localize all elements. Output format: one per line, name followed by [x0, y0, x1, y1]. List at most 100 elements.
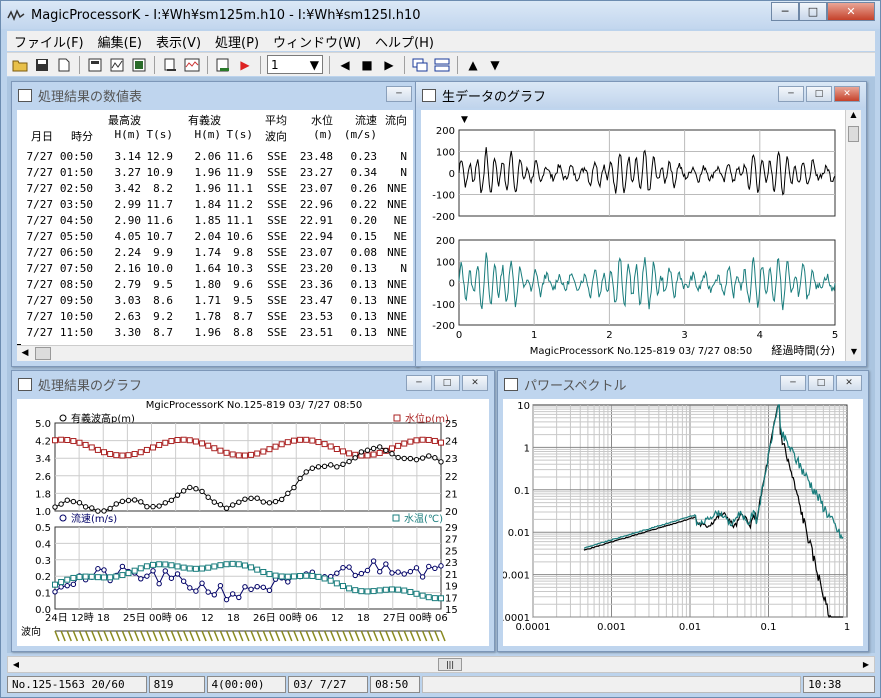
table-row-cell: 9.9: [153, 246, 173, 259]
save-icon[interactable]: [33, 56, 51, 74]
table-row-cell: 7/27: [26, 278, 54, 291]
result-x-tick: 18: [227, 613, 240, 624]
menu-window[interactable]: ウィンドウ(W): [266, 32, 368, 51]
main-scroll-left-icon[interactable]: ◀: [8, 657, 24, 672]
maximize-button[interactable]: □: [799, 2, 827, 21]
spectrum-minimize-button[interactable]: ─: [780, 375, 806, 391]
menu-help[interactable]: ヘルプ(H): [368, 32, 441, 51]
raw-y-tick: 0: [449, 279, 455, 290]
raw-close-button[interactable]: ✕: [834, 86, 860, 102]
table-row-cell: 22.4: [407, 246, 413, 262]
spectrum-body: 1010.10.010.0010.00010.00010.0010.010.11: [503, 399, 863, 646]
temp-series-point: [438, 595, 444, 602]
dir-arrow: [403, 630, 409, 642]
close-button[interactable]: ✕: [827, 2, 875, 21]
table-row-cell: 22.96: [299, 198, 333, 211]
table-row-cell: 09:50: [59, 294, 93, 307]
level-series-point: [364, 452, 371, 459]
graph-icon[interactable]: [108, 56, 126, 74]
menu-process[interactable]: 処理(P): [208, 32, 266, 51]
spectrum-titlebar[interactable]: パワースペクトル ─ □ ✕: [498, 371, 868, 397]
raw-data-window-icon: [422, 88, 436, 102]
table-row-cell: NNE: [387, 294, 407, 307]
temp-series-point: [248, 564, 255, 571]
level-series-point: [113, 452, 120, 459]
table-icon[interactable]: [130, 56, 148, 74]
main-hscrollbar[interactable]: ◀ ||| ▶: [7, 656, 875, 673]
wave-series-point: [303, 469, 309, 475]
table-window-titlebar[interactable]: 処理結果の数値表 ─: [12, 82, 418, 108]
dir-label: 波向: [21, 625, 41, 638]
chart-icon[interactable]: [183, 56, 201, 74]
next-icon[interactable]: ▶: [380, 56, 398, 74]
raw-data-window: 生データのグラフ ─ □ ✕ ▼ 200 100 0 -100 -200 200 100 0 -1…: [415, 81, 867, 367]
table-row-cell: 10.7: [146, 230, 174, 243]
level-series-point: [101, 449, 108, 456]
temp-y-tick: 29: [445, 523, 458, 534]
menu-edit[interactable]: 編集(E): [91, 32, 149, 51]
level-series-point: [260, 448, 267, 455]
table-row-cell: 0.13: [350, 294, 378, 307]
scroll-left-icon[interactable]: ◀: [17, 346, 33, 361]
print-icon[interactable]: [161, 56, 179, 74]
toolbar-separator: [457, 55, 458, 74]
raw-x-tick: 4: [757, 330, 763, 341]
raw-minimize-button[interactable]: ─: [778, 86, 804, 102]
scroll-up-icon[interactable]: ▲: [846, 110, 861, 124]
spectrum-maximize-button[interactable]: □: [808, 375, 834, 391]
spectrum-x-tick: 0.1: [761, 622, 777, 633]
dir-arrow: [317, 630, 324, 642]
level-series-point: [223, 449, 230, 456]
result-graph-titlebar[interactable]: 処理結果のグラフ ─ □ ✕: [12, 371, 494, 397]
table-row-cell: 1.84: [194, 198, 222, 211]
calculator-icon[interactable]: [86, 56, 104, 74]
open-folder-icon[interactable]: [11, 56, 29, 74]
table-hscroll-thumb[interactable]: [35, 347, 51, 360]
temp-y-tick: 23: [445, 558, 458, 569]
main-scroll-right-icon[interactable]: ▶: [858, 657, 874, 672]
raw-vscrollbar[interactable]: ▲ ▼: [845, 110, 861, 361]
result-chart: MgicProcessorK No.125-819 03/ 7/27 08:50…: [21, 400, 458, 642]
result-x-tick: 00時: [279, 612, 302, 624]
menu-file[interactable]: ファイル(F): [7, 32, 91, 51]
menu-view[interactable]: 表示(V): [149, 32, 208, 51]
run-cursor-icon[interactable]: ▶: [236, 56, 254, 74]
speed-series-point: [150, 568, 156, 574]
level-y-tick: 20: [445, 507, 458, 518]
result-maximize-button[interactable]: □: [434, 375, 460, 391]
temp-series-point: [107, 574, 114, 581]
result-close-button[interactable]: ✕: [462, 375, 488, 391]
table-hscrollbar[interactable]: ◀: [17, 345, 413, 361]
export-icon[interactable]: [214, 56, 232, 74]
speed-series-point: [334, 570, 340, 576]
scroll-down-icon[interactable]: ▼: [846, 347, 861, 361]
table-row-cell: 2.16: [114, 262, 142, 275]
dir-arrow: [397, 630, 403, 642]
dir-arrow: [201, 630, 207, 642]
tile-windows-icon[interactable]: [433, 56, 451, 74]
raw-maximize-button[interactable]: □: [806, 86, 832, 102]
dir-arrow: [121, 630, 128, 642]
table-window-minimize-button[interactable]: ─: [386, 86, 412, 102]
raw-data-window-titlebar[interactable]: 生データのグラフ ─ □ ✕: [416, 82, 866, 108]
table-row-cell: 21.4: [407, 262, 413, 278]
table-header-row-cell: (m): [313, 128, 333, 141]
raw-vscroll-thumb[interactable]: [848, 126, 859, 142]
triangle-up-icon[interactable]: ▲: [464, 56, 482, 74]
triangle-down-icon[interactable]: ▼: [486, 56, 504, 74]
table-row-cell: 21.2: [407, 294, 413, 310]
spectrum-close-button[interactable]: ✕: [836, 375, 862, 391]
result-minimize-button[interactable]: ─: [406, 375, 432, 391]
new-document-icon[interactable]: [55, 56, 73, 74]
main-hscroll-thumb[interactable]: |||: [438, 658, 462, 671]
result-graph-title: 処理結果のグラフ: [38, 378, 143, 394]
table-row: 7/27 10:50 2.63 9.2 1.78 8.7 SSE 23.53 0.13 NNE21…: [21, 310, 413, 326]
temp-series-point: [272, 572, 279, 579]
minimize-button[interactable]: ─: [771, 2, 799, 21]
dir-arrow: [219, 630, 226, 642]
wave-y-tick: 5.0: [35, 419, 51, 430]
channel-select[interactable]: 1 ▼: [267, 55, 323, 74]
previous-icon[interactable]: ◀: [336, 56, 354, 74]
cascade-windows-icon[interactable]: [411, 56, 429, 74]
stop-icon[interactable]: ■: [358, 56, 376, 74]
